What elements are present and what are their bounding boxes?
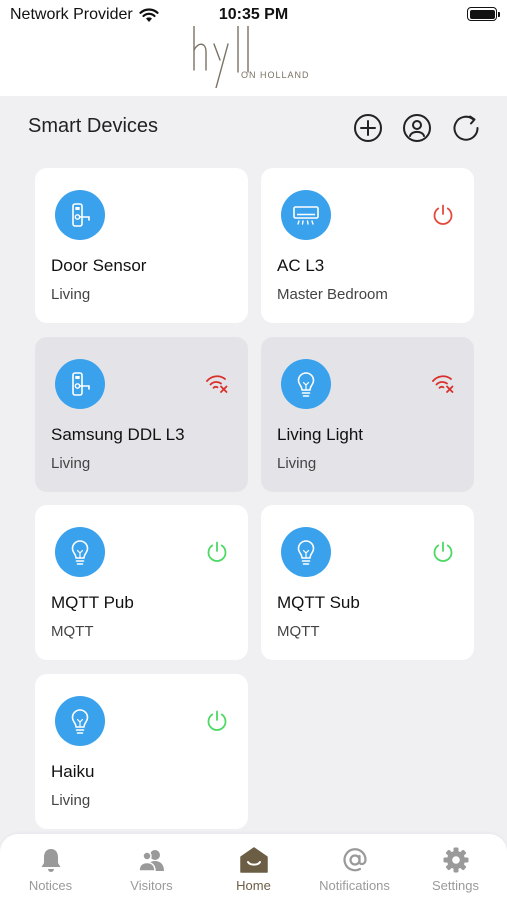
power-button[interactable] [430,202,456,228]
door-lock-icon [72,372,90,396]
power-on-icon [207,710,227,731]
device-card[interactable]: MQTT Pub MQTT [35,505,248,660]
power-button[interactable] [204,539,230,565]
home-icon [239,847,268,873]
device-room: Living [277,455,317,472]
tab-label: Settings [432,878,479,893]
device-name: Door Sensor [51,256,147,275]
device-icon [55,190,105,240]
wifi-off-icon [206,375,228,393]
visitors-icon [137,850,164,872]
device-room: MQTT [277,623,320,640]
device-name: Haiku [51,762,95,781]
connection-status [204,371,230,397]
device-icon [281,527,331,577]
tab-home[interactable]: Home [203,834,304,900]
device-card[interactable]: MQTT Sub MQTT [261,505,474,660]
device-room: Living [51,286,91,303]
tab-label: Notifications [319,878,390,893]
device-name: Samsung DDL L3 [51,425,185,444]
wifi-off-icon [432,375,454,393]
device-card[interactable]: Door Sensor Living [35,168,248,323]
add-icon [354,114,382,142]
add-device-button[interactable] [352,112,384,144]
power-off-icon [433,204,453,225]
power-on-icon [207,541,227,562]
tab-settings[interactable]: Settings [405,834,506,900]
power-on-icon [433,541,453,562]
device-name: MQTT Pub [51,593,134,612]
device-card[interactable]: AC L3 Master Bedroom [261,168,474,323]
user-icon [403,114,431,142]
tab-label: Visitors [130,878,173,893]
brand-header: ON HOLLAND [0,26,507,96]
device-name: MQTT Sub [277,593,360,612]
tab-notices[interactable]: Notices [0,834,101,900]
device-card[interactable]: Haiku Living [35,674,248,829]
power-button[interactable] [430,539,456,565]
device-icon [281,359,331,409]
device-icon [55,696,105,746]
page-title: Smart Devices [28,115,159,137]
battery-icon [467,7,500,21]
power-button[interactable] [204,708,230,734]
air-conditioner-icon [293,206,319,225]
section-header: Smart Devices [0,106,507,150]
light-bulb-icon [71,540,89,565]
tab-notifications[interactable]: Notifications [304,834,405,900]
tab-label: Notices [28,878,73,893]
bottom-tab-bar: Notices Visitors Home Notifications Sett… [0,834,507,900]
device-name: AC L3 [277,256,325,275]
refresh-icon [453,115,479,141]
light-bulb-icon [297,540,315,565]
device-icon [281,190,331,240]
tab-visitors[interactable]: Visitors [101,834,202,900]
clock: 10:35 PM [218,6,289,23]
profile-button[interactable] [401,112,433,144]
bell-icon [41,849,60,872]
device-room: MQTT [51,623,94,640]
device-icon [55,359,105,409]
gear-icon [443,847,468,873]
light-bulb-icon [297,372,315,397]
at-icon [342,848,367,872]
device-icon [55,527,105,577]
device-name: Living Light [277,425,364,444]
tab-label: Home [236,878,271,893]
brand-subtitle: ON HOLLAND [241,70,310,80]
device-card[interactable]: Samsung DDL L3 Living [35,337,248,492]
connection-status [430,371,456,397]
device-room: Living [51,792,91,809]
device-room: Living [51,455,91,472]
device-card[interactable]: Living Light Living [261,337,474,492]
refresh-button[interactable] [450,112,482,144]
door-lock-icon [72,203,90,227]
device-room: Master Bedroom [277,286,388,303]
light-bulb-icon [71,709,89,734]
